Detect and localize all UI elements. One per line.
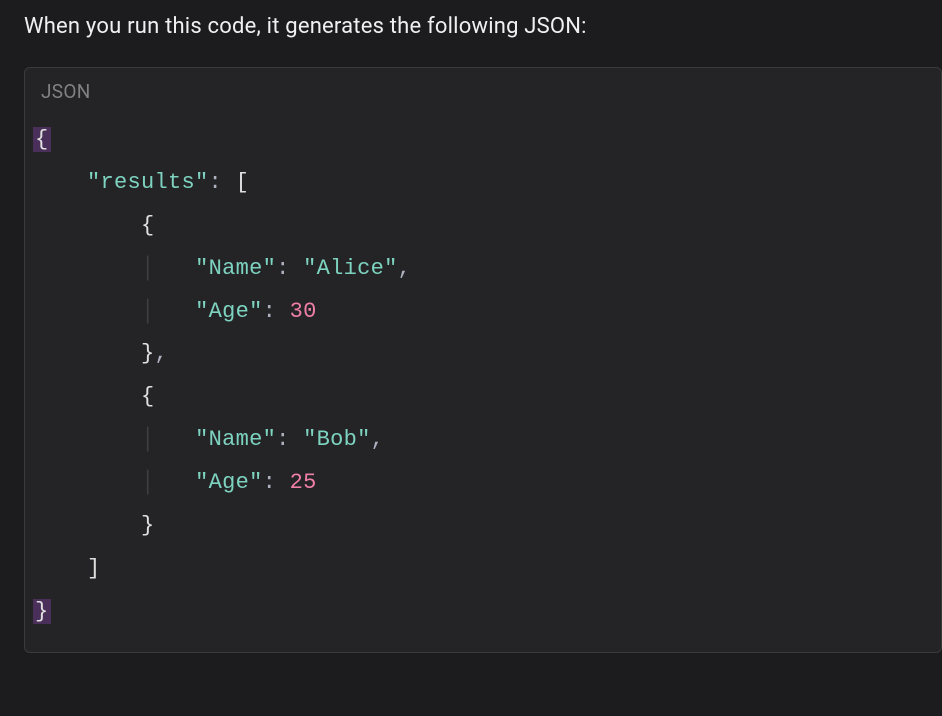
intro-text: When you run this code, it generates the…: [24, 14, 942, 39]
code-language-label: JSON: [25, 68, 941, 111]
code-block-body[interactable]: { "results": [ { │ "Name": "Alice", │ "A…: [25, 111, 941, 652]
code-block-container: JSON { "results": [ { │ "Name": "Alice",…: [24, 67, 942, 653]
